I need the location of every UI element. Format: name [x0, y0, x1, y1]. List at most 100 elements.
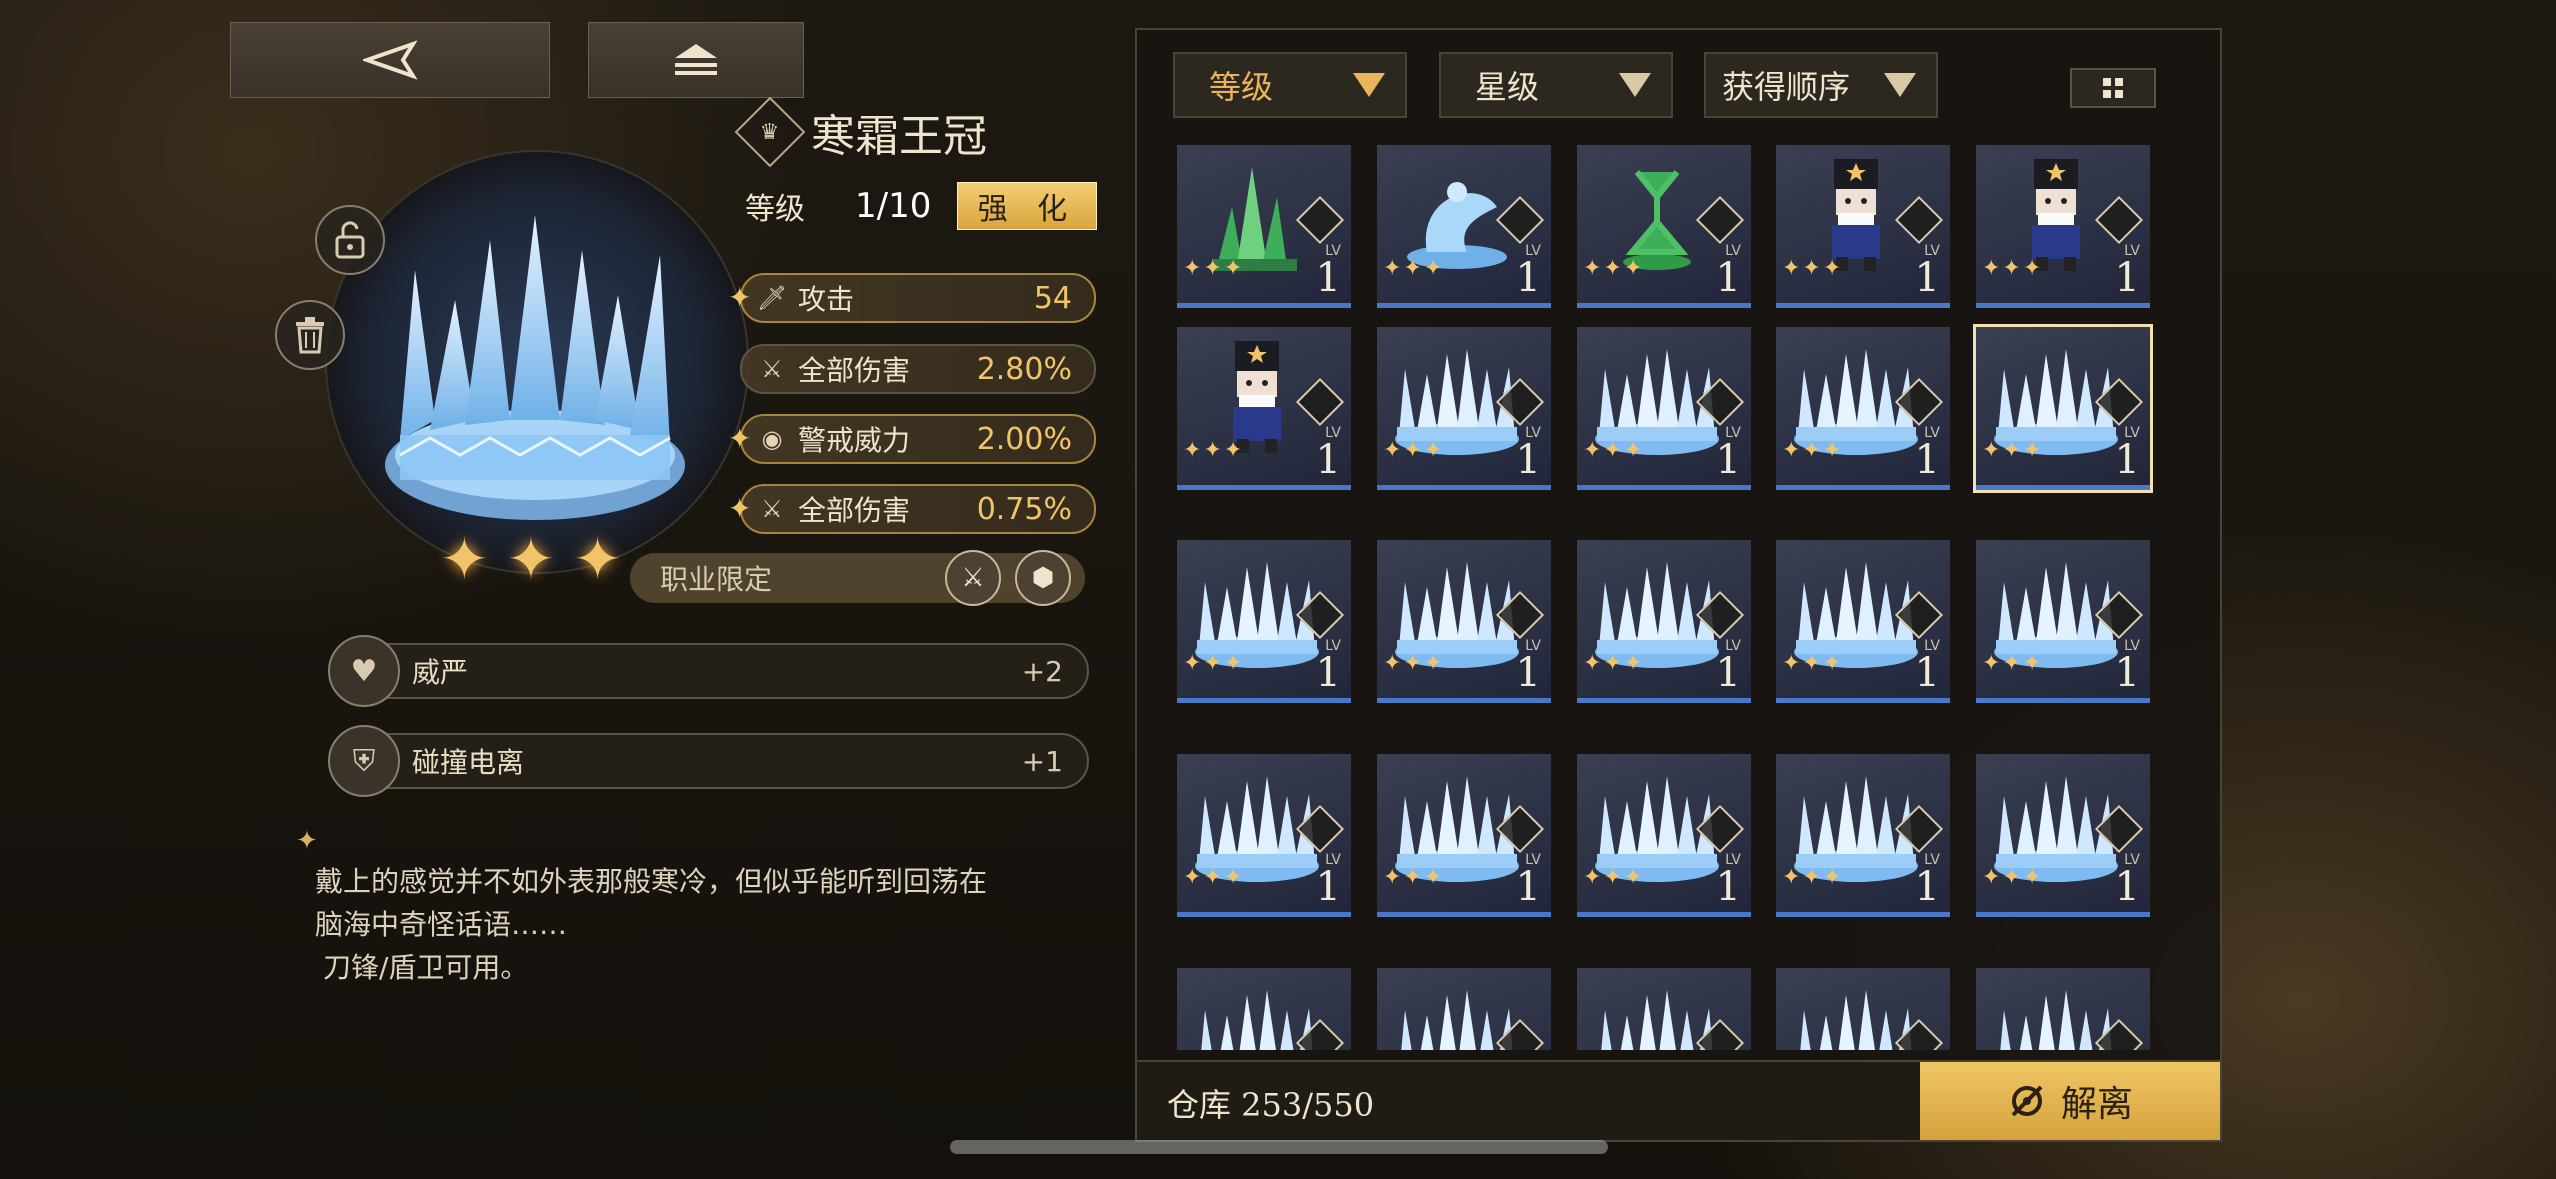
item-level: 1	[1315, 437, 1341, 483]
inventory-item-ice-crown[interactable]: ✦✦✦	[1976, 968, 2150, 1050]
item-level: 1	[1914, 255, 1940, 301]
description-line: 戴上的感觉并不如外表那般寒冷，但似乎能听到回荡在	[315, 865, 988, 898]
item-title: ♛ 寒霜王冠	[734, 96, 987, 168]
inventory-item-ice-crown[interactable]: ✦✦✦ LV 1	[1776, 327, 1950, 490]
star-icon: ✦✦✦	[1982, 651, 2044, 676]
inventory-item-ice-crown[interactable]: ✦✦✦	[1377, 968, 1551, 1050]
perk-value: +1	[1021, 744, 1063, 778]
inventory-item-ice-crown[interactable]: ✦✦✦	[1776, 968, 1950, 1050]
inventory-item-ice-crown[interactable]: ✦✦✦ LV 1	[1976, 540, 2150, 703]
star-icon: ✦✦✦	[1183, 256, 1245, 281]
item-level: 1	[2114, 255, 2140, 301]
item-level: 1	[1315, 864, 1341, 910]
back-arrow-icon	[363, 40, 417, 80]
level-row: 等级 1/10 强 化	[745, 182, 1098, 230]
star-icon: ✦✦✦	[1383, 651, 1445, 676]
inventory-item-ice-crown[interactable]: ✦✦✦ LV 1	[1377, 540, 1551, 703]
trash-icon	[296, 317, 324, 354]
sword-icon: 🗡	[756, 284, 788, 312]
damage-icon: ⚔	[761, 355, 783, 383]
equipment-type-icon: ♛	[734, 96, 806, 168]
inventory-item-ice-crown[interactable]: ✦✦✦	[1177, 968, 1351, 1050]
inventory-item-nutcracker[interactable]: ✦✦✦ LV 1	[1776, 145, 1950, 308]
inventory-item-green-dancer[interactable]: ✦✦✦ LV 1	[1577, 145, 1751, 308]
damage-icon: ⚔	[761, 495, 783, 523]
upgrade-button[interactable]: 强 化	[957, 182, 1098, 230]
disassemble-icon	[2011, 1085, 2043, 1117]
stat-all-damage: ⚔ 全部伤害 2.80%	[740, 344, 1096, 394]
item-level: 1	[1914, 864, 1940, 910]
star-icon: ✦✦✦	[1383, 865, 1445, 890]
inventory-item-blue-dancer[interactable]: ✦✦✦ LV 1	[1377, 145, 1551, 308]
inventory-item-ice-crown[interactable]: ✦✦✦ LV 1	[1377, 754, 1551, 917]
disassemble-button[interactable]: 解离	[1920, 1062, 2220, 1140]
star-icon: ✦✦✦	[1583, 865, 1645, 890]
stat-name: 警戒威力	[798, 424, 911, 457]
perk-majesty[interactable]: ♥ 威严 +2	[328, 635, 1089, 707]
inventory-item-ice-crown[interactable]: ✦✦✦ LV 1	[1177, 754, 1351, 917]
sparkle-icon: ✦	[296, 826, 318, 856]
class-limit: 职业限定 ⚔ ⬢	[630, 550, 1085, 606]
inventory-item-ice-crown[interactable]: ✦✦✦ LV 1	[1577, 327, 1751, 490]
equipment-screen: ✦ ✦ ✦ ♛ 寒霜王冠 等级 1/10 强 化 ✦ 🗡 攻击 54 ⚔ 全部伤…	[0, 0, 2556, 1179]
filter-acquire-order[interactable]: 获得顺序	[1704, 52, 1938, 118]
star-icon: ✦✦✦	[1383, 438, 1445, 463]
star-icon: ✦✦✦	[1583, 651, 1645, 676]
item-level: 1	[1515, 650, 1541, 696]
item-description: 戴上的感觉并不如外表那般寒冷，但似乎能听到回荡在 脑海中奇怪话语…… 刀锋/盾卫…	[315, 860, 1135, 989]
item-level: 1	[1515, 255, 1541, 301]
item-level: 1	[2114, 437, 2140, 483]
delete-button[interactable]	[275, 300, 345, 370]
home-button[interactable]	[588, 22, 804, 98]
stat-value: 2.00%	[976, 421, 1072, 457]
star-icon: ✦✦✦	[1583, 256, 1645, 281]
star-icon: ✦	[573, 525, 622, 593]
guardian-class-icon[interactable]: ⬢	[1015, 550, 1071, 606]
perk-name: 威严	[412, 656, 469, 689]
home-indicator[interactable]	[950, 1140, 1608, 1154]
filter-level[interactable]: 等级	[1173, 52, 1407, 118]
dropdown-arrow-icon	[1619, 73, 1651, 97]
inventory-item-ice-crown[interactable]: ✦✦✦ LV 1	[1776, 754, 1950, 917]
stat-vigilance: ✦ ◉ 警戒威力 2.00%	[728, 414, 1096, 464]
inventory-item-nutcracker[interactable]: ✦✦✦ LV 1	[1177, 327, 1351, 490]
grid-icon	[2103, 78, 2123, 98]
heart-icon: ♥	[328, 635, 400, 707]
inventory-item-ice-crown[interactable]: ✦✦✦ LV 1	[1973, 324, 2153, 493]
blade-class-icon[interactable]: ⚔	[945, 550, 1001, 606]
item-level: 1	[1715, 650, 1741, 696]
inventory-item-ice-crown[interactable]: ✦✦✦ LV 1	[1377, 327, 1551, 490]
inventory-item-ice-crown[interactable]: ✦✦✦ LV 1	[1577, 540, 1751, 703]
disassemble-label: 解离	[2060, 1084, 2133, 1125]
sparkle-icon: ✦	[728, 422, 752, 455]
inventory-item-ice-crown[interactable]: ✦✦✦	[1577, 968, 1751, 1050]
inventory-item-ice-crown[interactable]: ✦✦✦ LV 1	[1177, 540, 1351, 703]
stat-attack: ✦ 🗡 攻击 54	[728, 273, 1096, 323]
grid-view-button[interactable]	[2070, 68, 2156, 108]
star-icon: ✦✦✦	[1982, 865, 2044, 890]
sparkle-icon: ✦	[728, 281, 752, 314]
inventory-item-ice-crown[interactable]: ✦✦✦ LV 1	[1776, 540, 1950, 703]
item-star-rating: ✦ ✦ ✦	[440, 525, 622, 593]
item-level: 1	[2114, 650, 2140, 696]
back-button[interactable]	[230, 22, 550, 98]
star-icon: ✦✦✦	[1782, 256, 1844, 281]
stat-all-damage-2: ✦ ⚔ 全部伤害 0.75%	[728, 484, 1096, 534]
item-level: 1	[2114, 864, 2140, 910]
stat-name: 全部伤害	[798, 494, 911, 527]
storage-capacity: 仓库 253/550	[1167, 1086, 1375, 1124]
inventory-item-ice-crown[interactable]: ✦✦✦ LV 1	[1577, 754, 1751, 917]
star-icon: ✦✦✦	[1982, 438, 2044, 463]
filter-star[interactable]: 星级	[1439, 52, 1673, 118]
filter-label: 星级	[1475, 68, 1540, 106]
lock-button[interactable]	[315, 205, 385, 275]
stack-home-icon	[675, 44, 717, 75]
inventory-item-nutcracker[interactable]: ✦✦✦ LV 1	[1976, 145, 2150, 308]
inventory-item-green-crystal[interactable]: ✦✦✦ LV 1	[1177, 145, 1351, 308]
level-value: 1/10	[855, 186, 932, 226]
inventory-item-ice-crown[interactable]: ✦✦✦ LV 1	[1976, 754, 2150, 917]
item-level: 1	[1315, 255, 1341, 301]
perk-collision-ionization[interactable]: ⛨ 碰撞电离 +1	[328, 725, 1089, 797]
perk-name: 碰撞电离	[412, 746, 525, 779]
ice-crown-image	[385, 215, 685, 520]
